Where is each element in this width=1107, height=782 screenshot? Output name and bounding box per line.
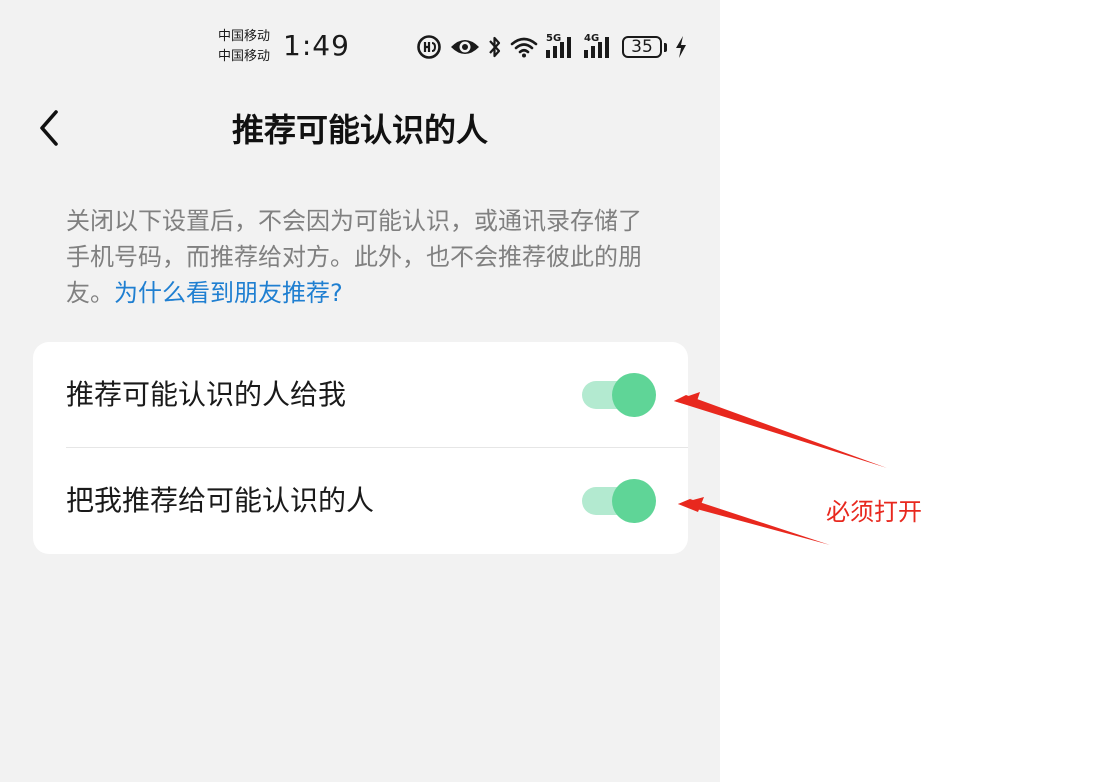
network-type-1: 5G (546, 33, 562, 44)
hd-call-icon (417, 35, 441, 59)
toggle-recommend-to-me[interactable] (582, 373, 656, 417)
toggle-recommend-me-to-others[interactable] (582, 479, 656, 523)
setting-row-recommend-me-to-others: 把我推荐给可能认识的人 (33, 448, 688, 553)
eye-icon (451, 40, 479, 54)
carrier-info: 中国移动 中国移动 (218, 27, 270, 67)
signal-5g-icon: 5G (546, 34, 576, 60)
phone-screen: 中国移动 中国移动 1:49 5G 4G 35 推荐可能认识的人 关闭以下设置后… (0, 0, 720, 782)
annotation-label: 必须打开 (826, 498, 922, 526)
wifi-icon (510, 37, 538, 58)
setting-row-recommend-to-me: 推荐可能认识的人给我 (33, 342, 688, 447)
screenshot: 中国移动 中国移动 1:49 5G 4G 35 推荐可能认识的人 关闭以下设置后… (0, 0, 1107, 782)
setting-label-recommend-to-me: 推荐可能认识的人给我 (66, 378, 347, 411)
network-type-2: 4G (584, 33, 600, 44)
charging-icon (676, 36, 686, 58)
toggle-knob (612, 479, 656, 523)
toggle-knob (612, 373, 656, 417)
battery-icon: 35 (622, 36, 667, 58)
setting-label-recommend-me-to-others: 把我推荐给可能认识的人 (66, 484, 375, 517)
page-title: 推荐可能认识的人 (231, 111, 488, 149)
carrier-name-1: 中国移动 (218, 29, 271, 44)
status-icons: 5G 4G 35 (416, 31, 687, 63)
carrier-name-2: 中国移动 (218, 49, 271, 64)
why-recommend-link[interactable]: 为什么看到朋友推荐? (114, 279, 343, 307)
signal-4g-icon: 4G (584, 34, 614, 60)
battery-tip (664, 42, 667, 52)
settings-card: 推荐可能认识的人给我 把我推荐给可能认识的人 (33, 342, 688, 554)
battery-level: 35 (622, 36, 662, 58)
bluetooth-icon (489, 36, 501, 58)
description: 关闭以下设置后，不会因为可能认识，或通讯录存储了手机号码，而推荐给对方。此外，也… (66, 203, 656, 311)
clock: 1:49 (283, 29, 350, 62)
